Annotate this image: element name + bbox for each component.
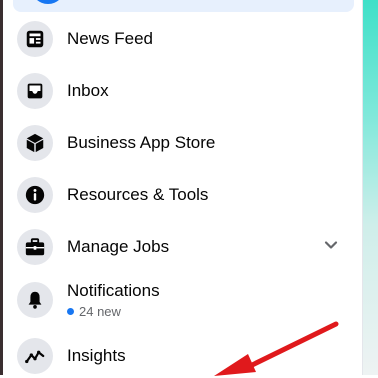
background-gradient — [362, 0, 378, 375]
menu-item-label: Resources & Tools — [67, 185, 209, 204]
menu-item-business-app-store[interactable]: Business App Store — [17, 121, 347, 165]
chevron-down-icon[interactable] — [323, 237, 339, 253]
news-feed-icon — [17, 21, 53, 57]
inbox-icon — [17, 73, 53, 109]
menu-item-label: Insights — [67, 346, 126, 365]
info-icon — [17, 177, 53, 213]
menu-item-label: Manage Jobs — [67, 237, 170, 256]
selected-item-highlight[interactable] — [13, 0, 354, 12]
notification-count: 24 new — [67, 304, 160, 320]
unread-dot — [67, 308, 74, 315]
selected-item-icon — [31, 0, 65, 4]
bell-icon — [17, 282, 53, 318]
menu-item-label: Notifications — [67, 280, 160, 300]
briefcase-icon — [17, 229, 53, 265]
menu-item-label: Inbox — [67, 81, 109, 100]
menu-item-label: Business App Store — [67, 133, 216, 152]
menu-item-resources-tools[interactable]: Resources & Tools — [17, 173, 347, 217]
menu-item-notifications[interactable]: Notifications 24 new — [17, 278, 347, 322]
menu-item-news-feed[interactable]: News Feed — [17, 17, 347, 61]
insights-icon — [17, 338, 53, 374]
menu-item-manage-jobs[interactable]: Manage Jobs — [17, 225, 347, 269]
notification-count-text: 24 new — [79, 303, 121, 319]
annotation-arrow-icon — [214, 321, 339, 376]
menu-item-inbox[interactable]: Inbox — [17, 69, 347, 113]
menu-item-label: News Feed — [67, 29, 153, 48]
cube-icon — [17, 125, 53, 161]
